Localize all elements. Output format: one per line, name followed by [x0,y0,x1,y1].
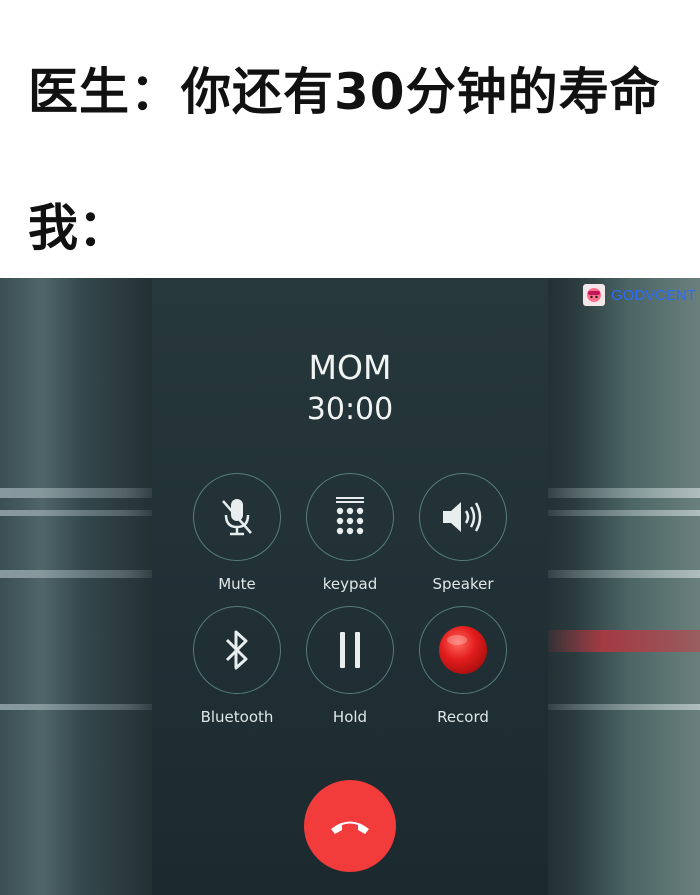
mute-button-circle[interactable] [193,473,281,561]
record-button[interactable]: Record [413,606,513,726]
bluetooth-button-circle[interactable] [193,606,281,694]
hold-label: Hold [332,708,368,726]
watermark: GODVCENT [582,284,696,306]
mute-label: Mute [218,575,256,593]
call-screen: MOM 30:00 Mute keypad Speaker Bluetooth … [152,278,548,895]
call-timer: 30:00 [306,392,394,427]
speaker-label: Speaker [432,575,494,593]
keypad-button-circle[interactable] [306,473,394,561]
record-icon [439,626,487,674]
record-label: Record [437,708,489,726]
hold-button-circle[interactable] [306,606,394,694]
speaker-button[interactable]: Speaker [413,473,513,593]
pause-icon [340,632,360,668]
keypad-icon [336,497,364,535]
mute-button[interactable]: Mute [187,473,287,593]
caller-name: MOM [308,348,392,387]
speaker-button-circle[interactable] [419,473,507,561]
caption-doctor-line: 医生：你还有30分钟的寿命 [28,63,661,121]
bluetooth-label: Bluetooth [200,708,274,726]
bluetooth-button[interactable]: Bluetooth [187,606,287,726]
speaker-icon [443,502,482,532]
hold-button[interactable]: Hold [300,606,400,726]
watermark-text: GODVCENT [610,286,696,304]
meme-caption-area: 医生：你还有30分钟的寿命 我： [0,0,700,278]
watermark-logo-icon [582,284,605,306]
keypad-button[interactable]: keypad [300,473,400,593]
microphone-muted-icon [222,499,252,536]
phone-call-screenshot: MOM 30:00 Mute keypad Speaker Bluetooth … [0,278,700,895]
motion-blur-red-streak [540,630,700,652]
keypad-label: keypad [322,575,378,593]
end-call-button[interactable] [304,780,396,872]
bluetooth-icon [225,630,248,670]
record-button-circle[interactable] [419,606,507,694]
hang-up-icon [331,821,369,834]
caption-me-line: 我： [28,199,128,257]
